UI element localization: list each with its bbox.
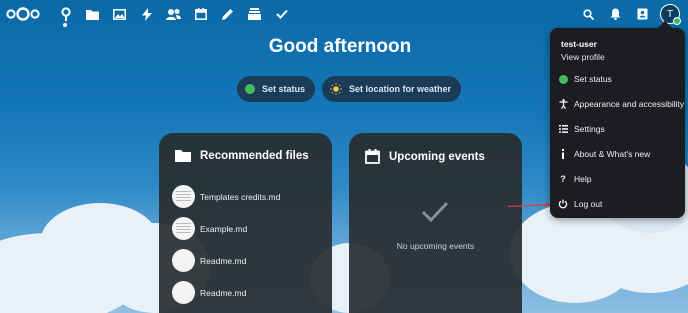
- set-status-label: Set status: [262, 84, 306, 94]
- widget-header: Upcoming events: [365, 149, 485, 164]
- app-activity[interactable]: [133, 4, 160, 24]
- set-status-button[interactable]: Set status: [237, 76, 316, 102]
- file-name: Readme.md: [200, 287, 247, 298]
- calendar-icon: [194, 8, 207, 20]
- file-item[interactable]: Readme.md: [172, 281, 246, 304]
- app-photos[interactable]: [106, 4, 133, 24]
- search-button[interactable]: [575, 3, 602, 25]
- menu-item-label: Appearance and accessibility: [574, 99, 685, 109]
- file-name: Templates credits.md: [200, 191, 281, 202]
- menu-item-settings[interactable]: Settings: [558, 124, 605, 134]
- menu-username: test-user: [561, 39, 597, 49]
- dashboard-icon: [60, 7, 71, 21]
- nextcloud-logo-icon[interactable]: [6, 6, 40, 22]
- empty-events-message: No upcoming events: [396, 241, 475, 251]
- menu-item-logout[interactable]: Log out: [558, 199, 602, 209]
- menu-item-help[interactable]: ? Help: [558, 174, 591, 184]
- app-navigation: [52, 4, 295, 27]
- folder-icon: [175, 149, 191, 162]
- power-icon: [558, 199, 568, 209]
- status-actions: Set status Set location for weather: [237, 76, 462, 102]
- set-location-label: Set location for weather: [349, 84, 452, 94]
- widget-title: Recommended files: [200, 149, 309, 162]
- set-location-weather-button[interactable]: Set location for weather: [322, 76, 462, 102]
- lightning-icon: [141, 7, 152, 21]
- folder-icon: [86, 9, 99, 20]
- contacts-menu-button[interactable]: [629, 3, 656, 25]
- file-name: Example.md: [200, 223, 248, 234]
- file-thumbnail: [172, 185, 195, 208]
- widget-title: Upcoming events: [389, 150, 485, 163]
- app-files[interactable]: [79, 4, 106, 24]
- online-status-icon: [558, 74, 568, 84]
- weather-sun-icon: [330, 83, 343, 95]
- app-tasks[interactable]: [268, 4, 295, 24]
- view-profile-link[interactable]: View profile: [561, 52, 605, 62]
- file-item[interactable]: Readme.md: [172, 249, 246, 272]
- accessibility-icon: [558, 99, 568, 109]
- app-dashboard[interactable]: [52, 4, 79, 27]
- notifications-button[interactable]: [602, 3, 629, 25]
- menu-item-set-status[interactable]: Set status: [558, 74, 612, 84]
- menu-item-label: Log out: [574, 199, 603, 209]
- upcoming-events-widget: Upcoming events No upcoming events: [349, 133, 522, 313]
- stack-icon: [248, 8, 261, 20]
- help-icon: ?: [560, 174, 566, 184]
- avatar-initial: T: [666, 8, 674, 20]
- app-contacts[interactable]: [160, 4, 187, 24]
- search-icon: [583, 8, 594, 20]
- widget-header: Recommended files: [175, 149, 309, 162]
- pencil-icon: [221, 9, 233, 20]
- recommended-files-widget: Recommended files Templates credits.md E…: [159, 133, 332, 313]
- arrow-annotation-icon: [508, 203, 552, 208]
- menu-item-label: Set status: [574, 74, 612, 84]
- check-icon: [275, 9, 288, 19]
- file-thumbnail: [172, 249, 195, 272]
- menu-item-appearance[interactable]: Appearance and accessibility: [558, 99, 684, 109]
- menu-item-label: Settings: [574, 124, 605, 134]
- file-item[interactable]: Example.md: [172, 217, 247, 240]
- app-calendar[interactable]: [187, 4, 214, 24]
- calendar-icon: [365, 149, 380, 164]
- empty-check-icon: [421, 201, 449, 223]
- contacts-icon: [166, 9, 181, 20]
- file-name: Readme.md: [200, 255, 247, 266]
- menu-item-about[interactable]: About & What's new: [558, 149, 650, 159]
- online-status-dot: [673, 17, 681, 25]
- file-thumbnail: [172, 281, 195, 304]
- info-icon: [558, 149, 568, 159]
- file-thumbnail: [172, 217, 195, 240]
- file-item[interactable]: Templates credits.md: [172, 185, 280, 208]
- app-notes[interactable]: [214, 4, 241, 24]
- user-menu-dropdown: test-user View profile Set status Appear…: [550, 28, 685, 218]
- app-deck[interactable]: [241, 4, 268, 24]
- settings-list-icon: [558, 124, 568, 134]
- menu-item-label: About & What's new: [574, 149, 651, 159]
- image-icon: [113, 8, 126, 20]
- online-status-icon: [245, 84, 255, 94]
- header-bar: T: [0, 0, 688, 28]
- address-book-icon: [637, 8, 648, 20]
- menu-item-label: Help: [574, 174, 592, 184]
- bell-icon: [610, 8, 621, 20]
